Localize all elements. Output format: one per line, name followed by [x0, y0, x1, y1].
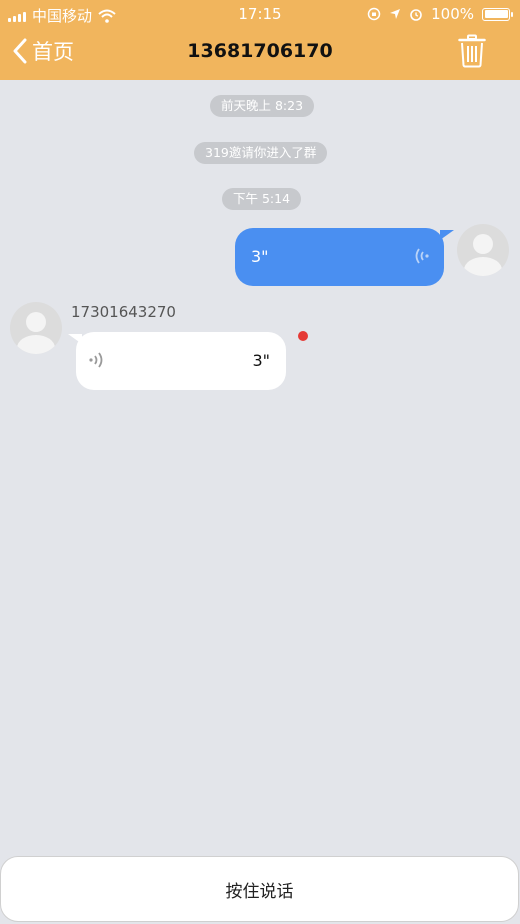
alarm-icon	[410, 9, 422, 21]
avatar[interactable]	[10, 302, 62, 354]
sender-name: 17301643270	[71, 303, 176, 321]
incoming-voice-message[interactable]: 3"	[68, 332, 286, 390]
avatar[interactable]	[457, 224, 509, 276]
voice-duration: 3"	[251, 247, 269, 266]
battery-percent: 100%	[431, 5, 474, 23]
trash-icon	[458, 34, 486, 68]
input-bar: 按住说话	[0, 854, 520, 924]
delete-button[interactable]	[458, 34, 486, 72]
rotation-lock-icon	[367, 7, 381, 21]
default-avatar-icon	[464, 234, 502, 276]
status-bar: 中国移动 17:15 100%	[0, 0, 520, 28]
system-notice: 319邀请你进入了群	[194, 142, 328, 164]
voice-wave-icon	[415, 248, 429, 264]
header-bar: 中国移动 17:15 100% 首页 13681706170	[0, 0, 520, 80]
voice-duration: 3"	[252, 351, 270, 370]
status-right: 100%	[367, 5, 513, 23]
timestamp-pill: 前天晚上 8:23	[210, 95, 315, 117]
page-title: 13681706170	[187, 40, 333, 62]
timestamp-pill: 下午 5:14	[222, 188, 302, 210]
location-icon	[390, 9, 401, 19]
voice-wave-icon	[89, 352, 103, 368]
default-avatar-icon	[17, 312, 55, 354]
unread-dot	[298, 331, 308, 341]
outgoing-voice-message[interactable]: 3"	[235, 228, 454, 286]
hold-to-talk-button[interactable]: 按住说话	[0, 856, 519, 922]
nav-bar: 首页 13681706170	[0, 28, 520, 80]
battery-icon	[482, 7, 513, 21]
